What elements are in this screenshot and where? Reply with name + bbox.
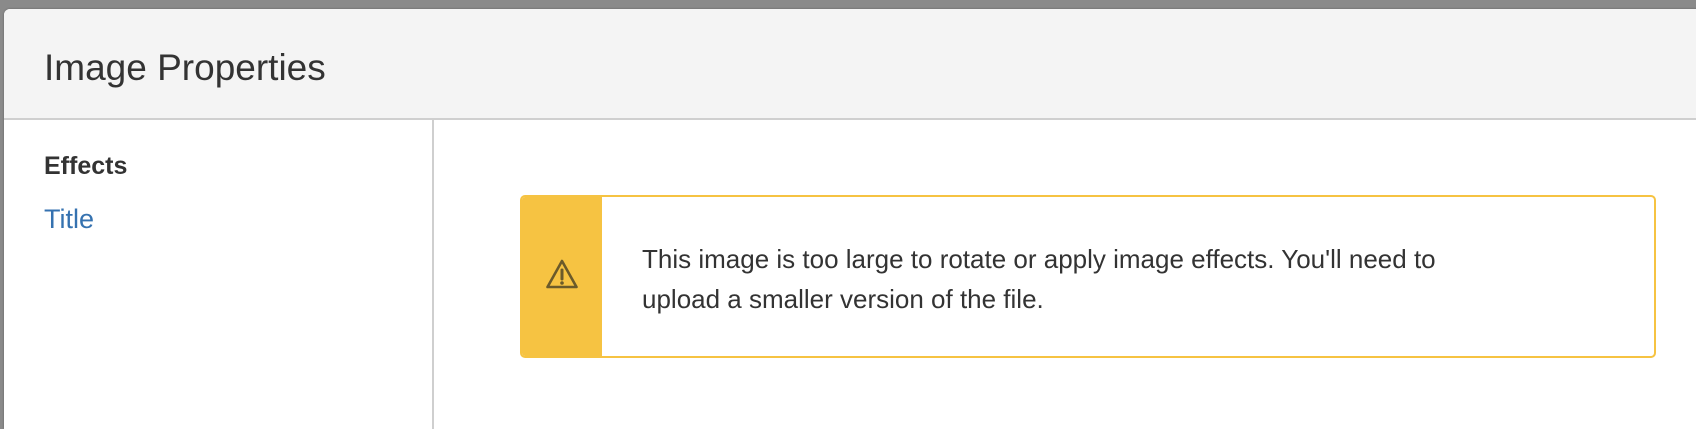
warning-icon-bar [522,197,602,356]
dialog-title: Image Properties [44,46,326,88]
sidebar-item-title[interactable]: Title [44,204,94,235]
warning-message-text: This image is too large to rotate or app… [642,244,1436,314]
main-content: This image is too large to rotate or app… [434,120,1696,429]
warning-message-box: This image is too large to rotate or app… [520,195,1656,358]
sidebar-heading-effects: Effects [44,152,128,180]
dialog-header: Image Properties [4,9,1696,120]
sidebar: Effects Title [4,120,434,429]
image-properties-dialog: Image Properties Effects Title This imag… [4,9,1696,429]
dialog-body: Effects Title This image is too large to… [4,120,1696,429]
warning-icon [545,258,579,295]
